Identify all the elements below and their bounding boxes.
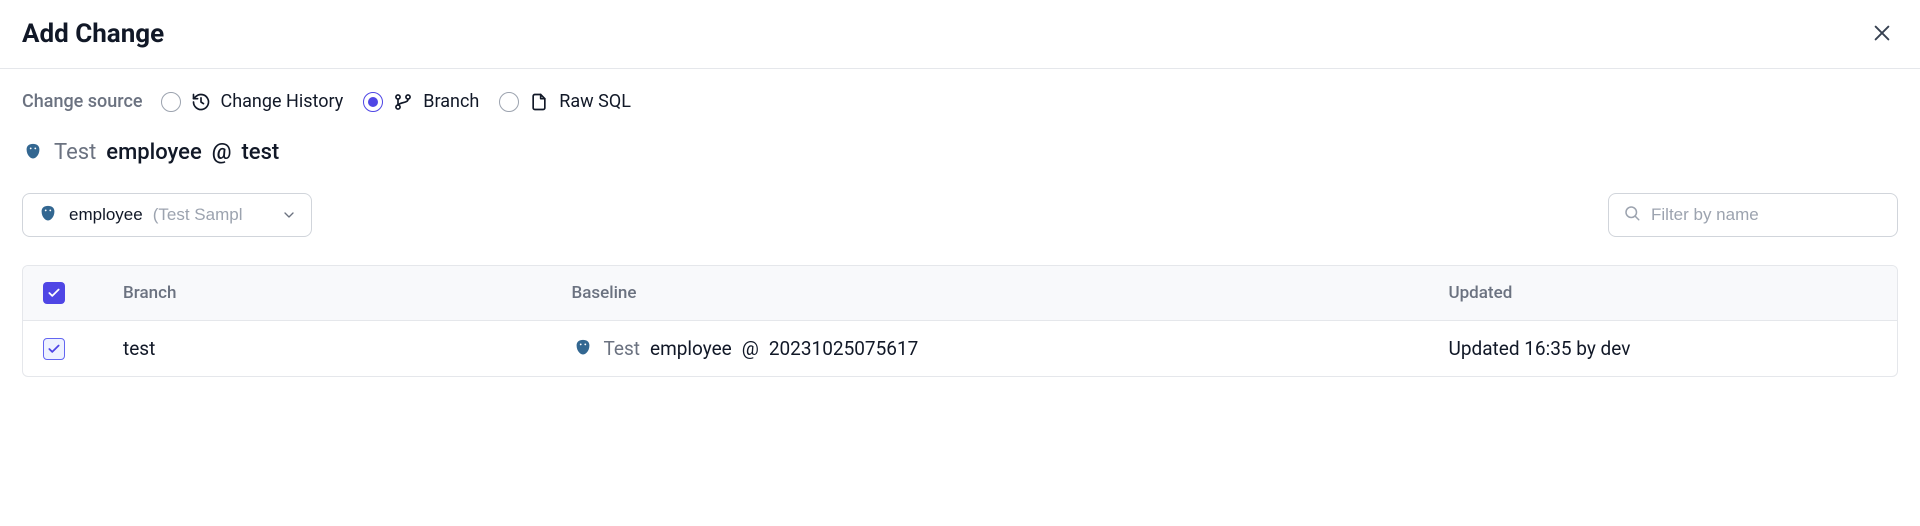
branch-name: test — [241, 140, 279, 165]
radio-icon — [499, 92, 519, 112]
postgres-icon — [37, 204, 59, 226]
row-branch: test — [123, 337, 552, 360]
close-button[interactable] — [1866, 18, 1898, 50]
dialog-content: Change source Change History Branch — [0, 69, 1920, 399]
history-icon — [191, 92, 211, 112]
row-baseline: Test employee @ 20231025075617 — [572, 337, 1429, 360]
change-source-label: Change source — [22, 91, 143, 112]
col-baseline: Baseline — [572, 283, 1429, 303]
at-separator: @ — [212, 140, 232, 165]
postgres-icon — [22, 142, 44, 164]
radio-option-raw-sql[interactable]: Raw SQL — [499, 91, 631, 112]
col-updated: Updated — [1449, 283, 1878, 303]
table-header: Branch Baseline Updated — [23, 266, 1897, 320]
radio-label: Branch — [423, 91, 479, 112]
radio-label: Change History — [221, 91, 344, 112]
branch-icon — [393, 92, 413, 112]
close-icon — [1871, 22, 1893, 47]
baseline-db: employee — [650, 337, 732, 360]
baseline-project: Test — [604, 337, 641, 360]
radio-icon — [161, 92, 181, 112]
database-select[interactable]: employee (Test Sampl — [22, 193, 312, 237]
database-context: Test employee @ test — [22, 140, 1898, 165]
filter-input-wrapper[interactable] — [1608, 193, 1898, 237]
database-name: employee — [106, 140, 201, 165]
row-checkbox[interactable] — [43, 338, 65, 360]
change-source-radio-group: Change History Branch Raw SQL — [161, 91, 631, 112]
postgres-icon — [572, 338, 594, 360]
select-all-checkbox[interactable] — [43, 282, 65, 304]
search-icon — [1623, 204, 1641, 226]
radio-label: Raw SQL — [559, 91, 631, 112]
select-value: employee — [69, 205, 143, 225]
change-source-row: Change source Change History Branch — [22, 91, 1898, 112]
dialog-title: Add Change — [22, 19, 164, 49]
project-name: Test — [54, 140, 96, 165]
baseline-at: @ — [742, 337, 759, 360]
radio-option-change-history[interactable]: Change History — [161, 91, 344, 112]
table-row[interactable]: test Test employee @ 20231025075617 Upda… — [23, 320, 1897, 376]
chevron-down-icon — [281, 207, 297, 223]
col-branch: Branch — [123, 283, 552, 303]
controls-row: employee (Test Sampl — [22, 193, 1898, 237]
branch-table: Branch Baseline Updated test Test employ… — [22, 265, 1898, 377]
baseline-version: 20231025075617 — [769, 337, 919, 360]
row-updated: Updated 16:35 by dev — [1449, 337, 1878, 360]
add-change-dialog: Add Change Change source Change History — [0, 0, 1920, 399]
dialog-header: Add Change — [0, 0, 1920, 69]
radio-option-branch[interactable]: Branch — [363, 91, 479, 112]
select-subtext: (Test Sampl — [153, 205, 243, 225]
file-icon — [529, 92, 549, 112]
radio-icon — [363, 92, 383, 112]
filter-input[interactable] — [1651, 205, 1883, 225]
